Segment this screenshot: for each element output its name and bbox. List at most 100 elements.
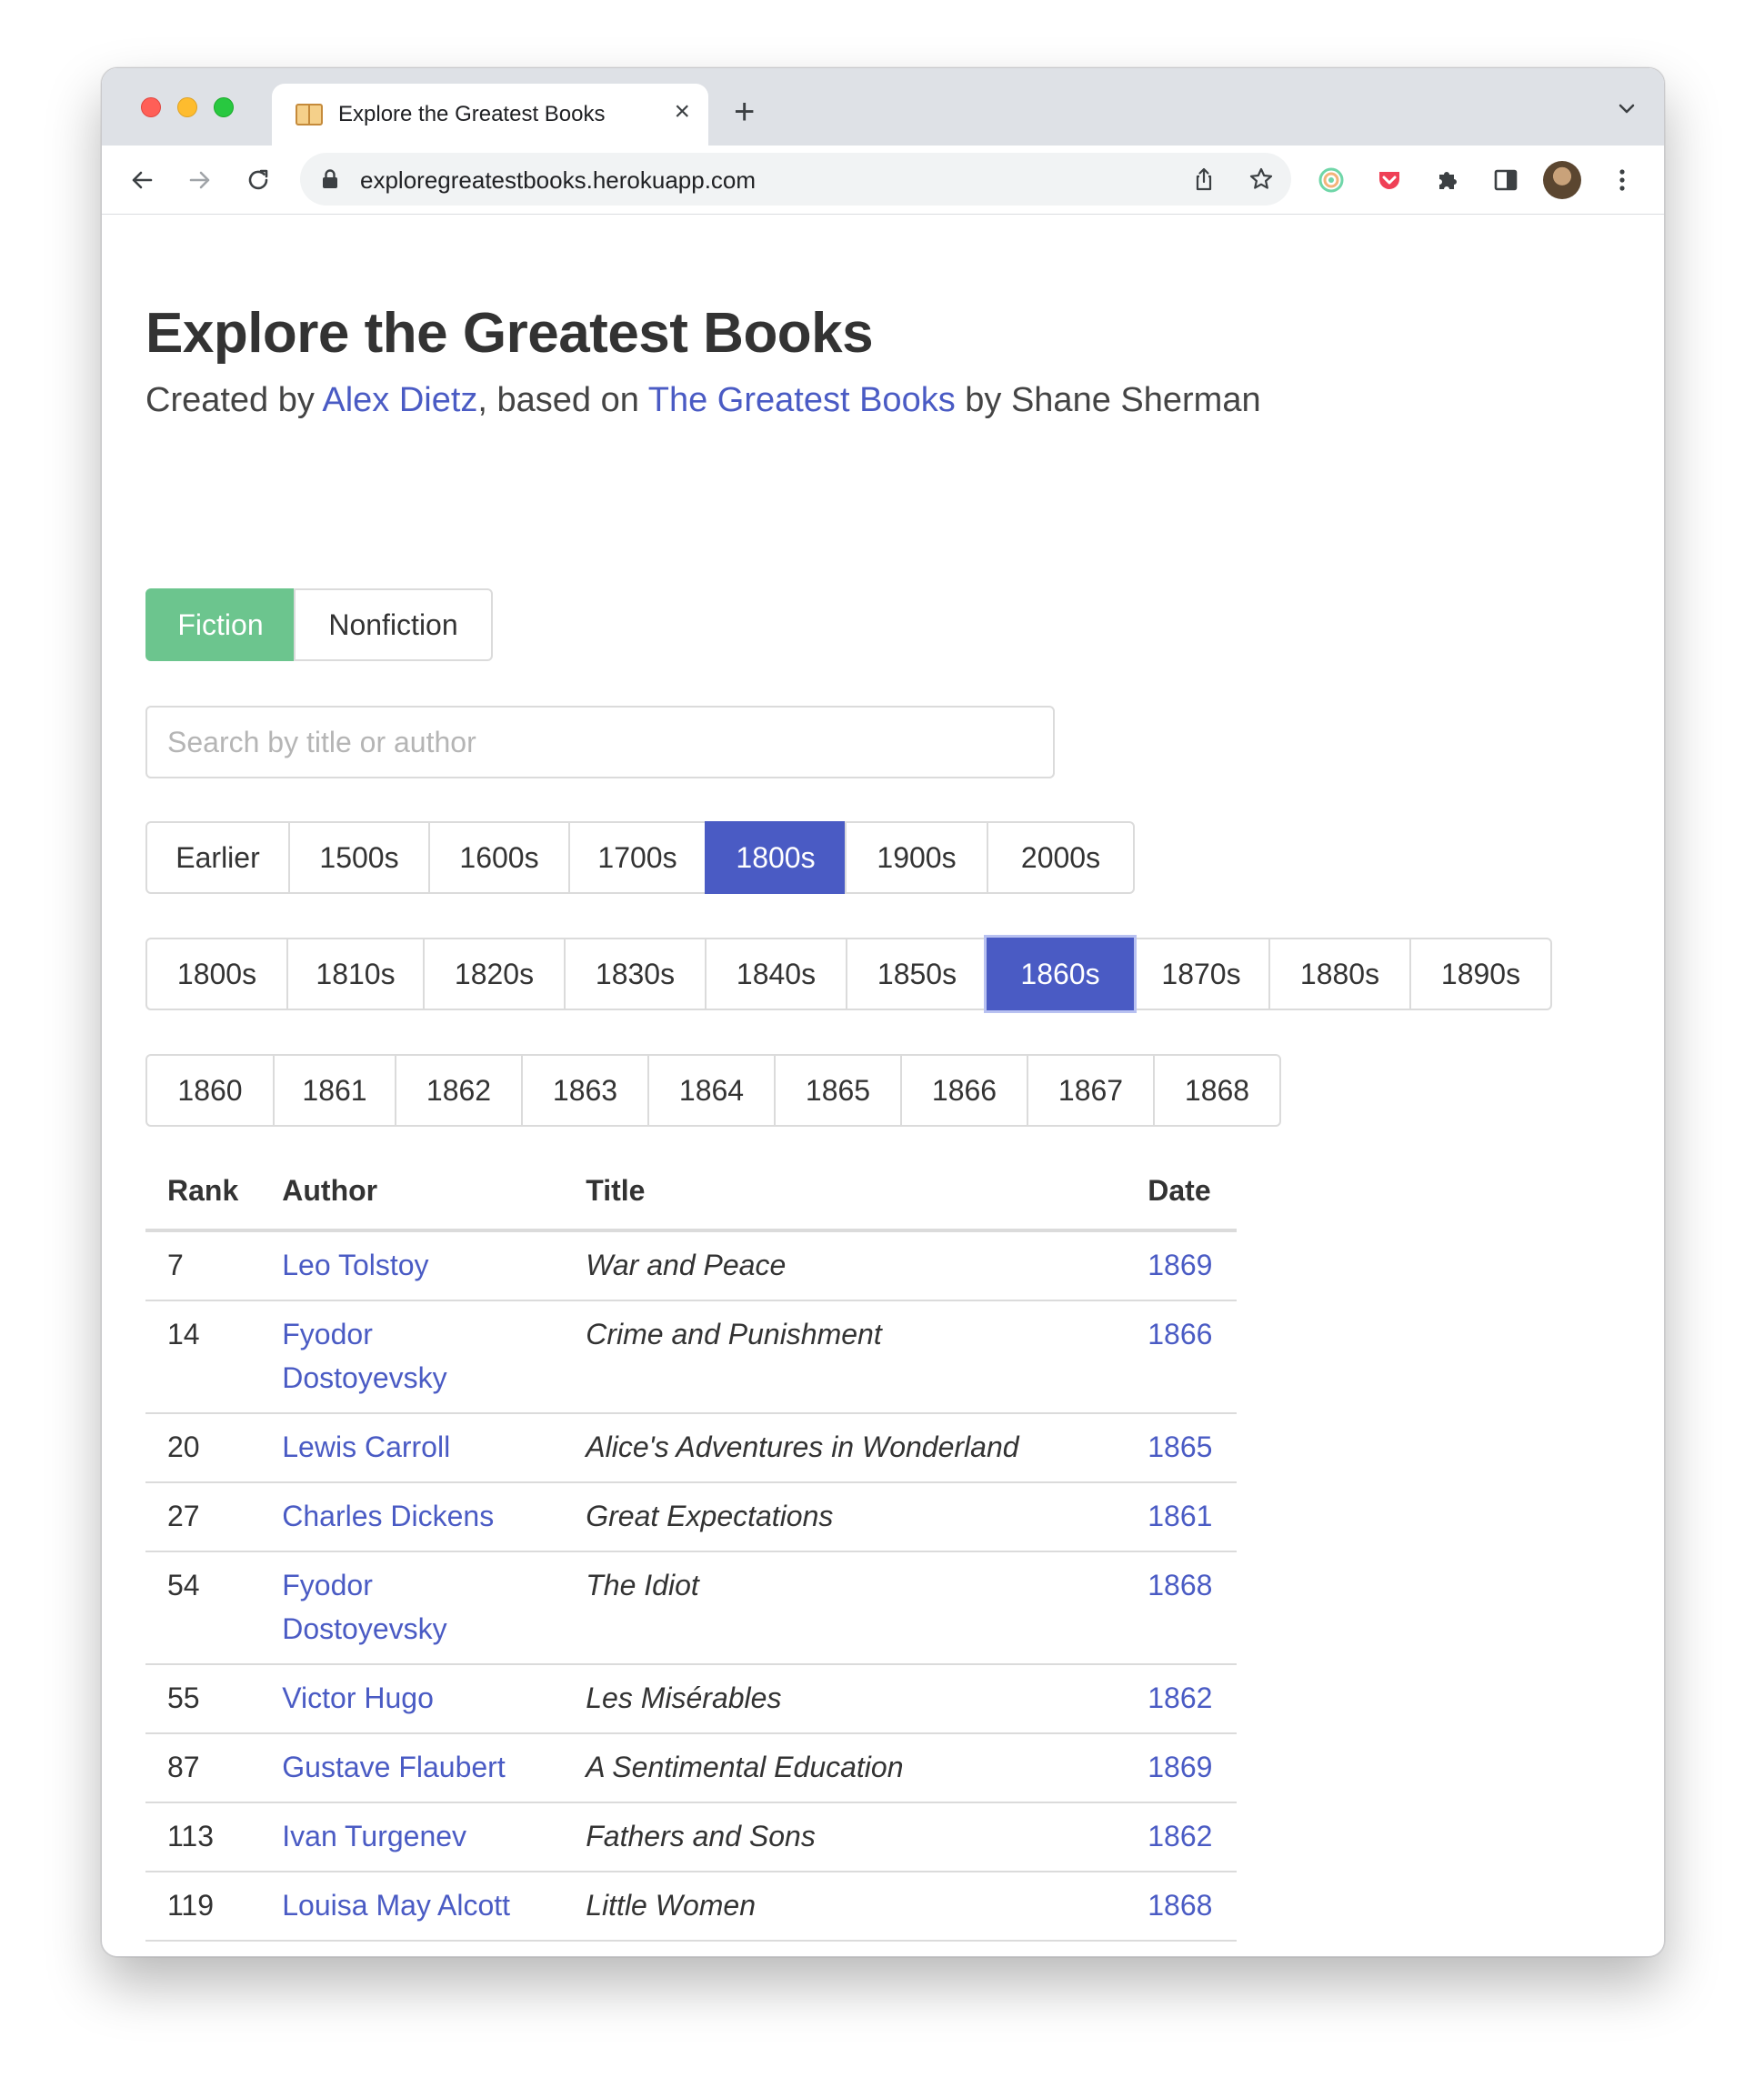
address-bar[interactable]: exploregreatestbooks.herokuapp.com (300, 153, 1291, 206)
date-link[interactable]: 1866 (1148, 1318, 1212, 1350)
browser-tab-active[interactable]: Explore the Greatest Books × (272, 84, 708, 146)
rank-cell: 14 (145, 1300, 261, 1414)
decade-1850s-button[interactable]: 1850s (846, 938, 988, 1010)
date-link[interactable]: 1868 (1148, 1569, 1212, 1601)
maximize-window-button[interactable] (214, 97, 234, 117)
page-title: Explore the Greatest Books (145, 302, 874, 365)
based-on-text: , based on (477, 381, 648, 419)
fiction-button[interactable]: Fiction (145, 588, 296, 661)
year-1865-button[interactable]: 1865 (774, 1054, 902, 1127)
author-link[interactable]: Leo Tolstoy (282, 1249, 428, 1281)
page-subtitle: Created by Alex Dietz, based on The Grea… (145, 381, 1261, 420)
rank-cell: 113 (145, 1802, 261, 1872)
decade-1830s-button[interactable]: 1830s (564, 938, 707, 1010)
year-1863-button[interactable]: 1863 (521, 1054, 649, 1127)
author-link[interactable]: Charles Dickens (282, 1500, 494, 1532)
nonfiction-button[interactable]: Nonfiction (294, 588, 493, 661)
date-link[interactable]: 1862 (1148, 1820, 1212, 1852)
author-link[interactable]: Lewis Carroll (282, 1430, 450, 1463)
profile-avatar[interactable] (1543, 161, 1581, 199)
table-row: 54 Fyodor Dostoyevsky The Idiot 1868 (145, 1551, 1237, 1665)
rank-cell: 87 (145, 1733, 261, 1803)
search-input[interactable] (145, 706, 1055, 778)
rank-cell: 7 (145, 1230, 261, 1301)
year-1866-button[interactable]: 1866 (900, 1054, 1028, 1127)
decade-1810s-button[interactable]: 1810s (286, 938, 425, 1010)
tab-close-icon[interactable]: × (674, 98, 690, 125)
century-1600s-button[interactable]: 1600s (428, 821, 570, 894)
title-cell: Alice's Adventures in Wonderland (564, 1413, 1127, 1483)
year-1864-button[interactable]: 1864 (647, 1054, 776, 1127)
title-cell: Crime and Punishment (564, 1300, 1127, 1414)
century-1700s-button[interactable]: 1700s (568, 821, 707, 894)
author-link[interactable]: Ivan Turgenev (282, 1820, 466, 1852)
date-link[interactable]: 1868 (1148, 1889, 1212, 1922)
side-panel-icon[interactable] (1491, 166, 1520, 195)
decade-1890s-button[interactable]: 1890s (1409, 938, 1552, 1010)
created-by-text: Created by (145, 381, 323, 419)
minimize-window-button[interactable] (177, 97, 197, 117)
bookmark-star-icon[interactable] (1248, 166, 1274, 192)
decade-1800s-button[interactable]: 1800s (145, 938, 288, 1010)
rank-cell: 119 (145, 1872, 261, 1942)
reload-icon[interactable] (244, 166, 273, 195)
decade-1880s-button[interactable]: 1880s (1268, 938, 1411, 1010)
author-link[interactable]: Victor Hugo (282, 1681, 434, 1714)
close-window-button[interactable] (141, 97, 161, 117)
extensions-puzzle-icon[interactable] (1433, 166, 1462, 195)
rank-column-header: Rank (145, 1161, 261, 1232)
tab-title: Explore the Greatest Books (338, 102, 606, 126)
century-1900s-button[interactable]: 1900s (845, 821, 988, 894)
date-link[interactable]: 1869 (1148, 1249, 1212, 1281)
new-tab-icon[interactable]: + (734, 94, 755, 130)
author-link[interactable]: Louisa May Alcott (282, 1889, 510, 1922)
author-link[interactable]: Fyodor Dostoyevsky (282, 1569, 446, 1645)
extension-circle-icon[interactable] (1317, 166, 1346, 195)
rank-cell: 27 (145, 1482, 261, 1552)
by-author-text: by Shane Sherman (955, 381, 1261, 419)
more-menu-icon[interactable] (1608, 166, 1637, 195)
pocket-icon[interactable] (1375, 166, 1404, 195)
date-link[interactable]: 1861 (1148, 1500, 1212, 1532)
author-link[interactable]: Gustave Flaubert (282, 1751, 505, 1783)
decade-1840s-button[interactable]: 1840s (705, 938, 847, 1010)
date-column-header: Date (1126, 1161, 1237, 1232)
forward-arrow-icon[interactable] (185, 166, 215, 195)
title-cell: Les Misérables (564, 1664, 1127, 1734)
decade-1820s-button[interactable]: 1820s (423, 938, 566, 1010)
rank-cell: 55 (145, 1664, 261, 1734)
table-row: 20 Lewis Carroll Alice's Adventures in W… (145, 1413, 1237, 1483)
century-1500s-button[interactable]: 1500s (288, 821, 430, 894)
table-row: 27 Charles Dickens Great Expectations 18… (145, 1482, 1237, 1552)
table-row: 14 Fyodor Dostoyevsky Crime and Punishme… (145, 1300, 1237, 1414)
alex-dietz-link[interactable]: Alex Dietz (322, 381, 477, 419)
century-earlier-button[interactable]: Earlier (145, 821, 290, 894)
book-icon (296, 104, 323, 125)
share-icon[interactable] (1191, 166, 1217, 192)
title-cell: The Idiot (564, 1551, 1127, 1665)
url-text: exploregreatestbooks.herokuapp.com (360, 166, 757, 194)
lock-icon (323, 169, 337, 188)
decade-1870s-button[interactable]: 1870s (1132, 938, 1270, 1010)
rank-cell: 54 (145, 1551, 261, 1665)
web-page: Explore the Greatest Books Created by Al… (102, 214, 1664, 1956)
author-link[interactable]: Fyodor Dostoyevsky (282, 1318, 446, 1394)
year-1861-button[interactable]: 1861 (273, 1054, 396, 1127)
year-1868-button[interactable]: 1868 (1153, 1054, 1281, 1127)
chevron-down-icon[interactable] (1613, 95, 1640, 123)
date-link[interactable]: 1869 (1148, 1751, 1212, 1783)
year-filter: 1860 1861 1862 1863 1864 1865 1866 1867 … (145, 1054, 1281, 1127)
century-1800s-button[interactable]: 1800s (705, 821, 847, 894)
year-1867-button[interactable]: 1867 (1027, 1054, 1155, 1127)
date-link[interactable]: 1865 (1148, 1430, 1212, 1463)
century-2000s-button[interactable]: 2000s (987, 821, 1135, 894)
year-1862-button[interactable]: 1862 (395, 1054, 523, 1127)
decade-1860s-button[interactable]: 1860s (987, 938, 1134, 1010)
table-header-row: Rank Author Title Date (145, 1161, 1237, 1232)
author-column-header: Author (260, 1161, 565, 1232)
year-1860-button[interactable]: 1860 (145, 1054, 275, 1127)
the-greatest-books-link[interactable]: The Greatest Books (648, 381, 956, 419)
back-arrow-icon[interactable] (127, 166, 156, 195)
tab-strip: Explore the Greatest Books × + (102, 68, 1664, 146)
date-link[interactable]: 1862 (1148, 1681, 1212, 1714)
